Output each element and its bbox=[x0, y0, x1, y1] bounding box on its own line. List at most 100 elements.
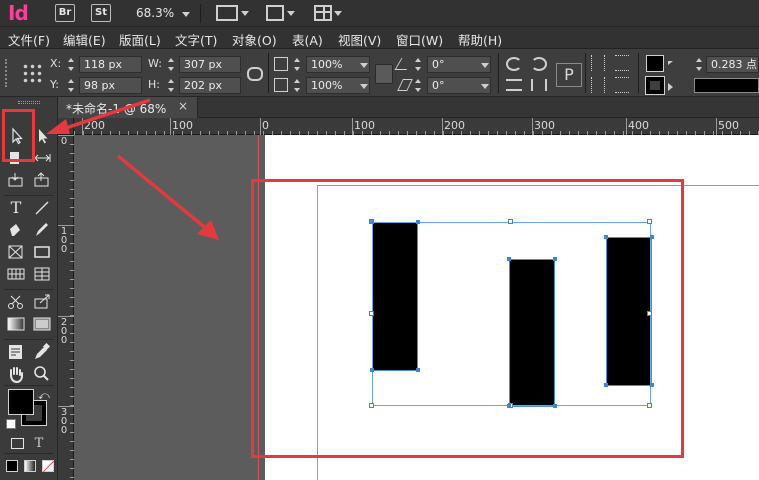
document-tab-label: *未命名-1 @ 68% bbox=[66, 102, 167, 116]
select-container-icon[interactable] bbox=[591, 55, 605, 71]
h-spinner[interactable] bbox=[166, 77, 176, 94]
swap-fill-stroke-icon[interactable]: ⤺ bbox=[38, 389, 50, 403]
bridge-button[interactable]: Br bbox=[55, 4, 75, 22]
x-spinner[interactable] bbox=[66, 56, 76, 73]
y-field[interactable]: 98 px bbox=[79, 77, 142, 94]
rectangle-tool-icon[interactable] bbox=[32, 243, 52, 261]
ruler-tick bbox=[626, 118, 627, 135]
flip-horizontal-icon[interactable] bbox=[506, 79, 522, 91]
panel-grip-icon[interactable] bbox=[5, 59, 9, 87]
w-field[interactable]: 307 px bbox=[179, 56, 241, 73]
x-field[interactable]: 118 px bbox=[79, 56, 142, 73]
divider bbox=[498, 53, 499, 93]
scale-y-spinner[interactable] bbox=[292, 77, 302, 94]
gradient-swatch-tool-icon[interactable] bbox=[6, 315, 26, 333]
gradient-feather-tool-icon[interactable] bbox=[32, 315, 52, 333]
chevron-down-icon[interactable] bbox=[360, 63, 368, 68]
fill-swatch[interactable] bbox=[646, 55, 664, 72]
menu-type[interactable]: 文字(T) bbox=[175, 30, 217, 49]
eyedropper-tool-icon[interactable] bbox=[32, 343, 52, 361]
ruler-origin[interactable] bbox=[58, 118, 74, 135]
stock-button[interactable]: St bbox=[91, 4, 111, 22]
app-bar: Id Br St 68.3% bbox=[0, 0, 759, 27]
chevron-right-icon[interactable] bbox=[668, 61, 677, 65]
pen-tool-icon[interactable] bbox=[6, 221, 26, 239]
menu-object[interactable]: 对象(O) bbox=[232, 30, 277, 49]
horizontal-ruler[interactable]: 200 100 0 100 200 300 400 500 bbox=[74, 118, 759, 135]
menu-help[interactable]: 帮助(H) bbox=[458, 30, 502, 49]
ruler-tick bbox=[58, 316, 74, 317]
select-next-icon[interactable] bbox=[615, 77, 629, 93]
stroke-type-dropdown[interactable] bbox=[694, 78, 759, 93]
stroke-weight-field[interactable]: 0.283 点 bbox=[706, 56, 759, 73]
menu-table[interactable]: 表(A) bbox=[292, 30, 323, 49]
panel-grip-icon[interactable] bbox=[18, 101, 40, 104]
formatting-text-icon[interactable]: T bbox=[32, 436, 46, 451]
apply-none-icon[interactable] bbox=[42, 460, 55, 473]
apply-gradient-icon[interactable] bbox=[24, 460, 36, 472]
vertical-ruler[interactable]: 0 1 0 0 2 0 0 3 0 0 bbox=[58, 135, 74, 480]
chevron-down-icon[interactable] bbox=[360, 84, 368, 89]
chevron-down-icon[interactable] bbox=[481, 63, 489, 68]
content-placer-tool-icon[interactable] bbox=[32, 171, 52, 189]
arrange-documents-icon[interactable] bbox=[314, 5, 332, 21]
type-tool-icon[interactable]: T bbox=[6, 199, 26, 217]
stroke-swatch[interactable] bbox=[645, 76, 665, 95]
chevron-down-icon[interactable] bbox=[241, 11, 249, 16]
x-label: X: bbox=[50, 57, 62, 70]
scissors-tool-icon[interactable] bbox=[6, 293, 26, 311]
rotate-cw-icon[interactable] bbox=[506, 57, 522, 71]
close-icon[interactable]: × bbox=[178, 99, 188, 113]
view-options-icon[interactable] bbox=[216, 5, 238, 21]
default-fill-stroke-icon[interactable] bbox=[6, 419, 16, 429]
ruler-tick bbox=[170, 118, 171, 135]
direct-selection-tool-icon[interactable] bbox=[32, 127, 52, 145]
h-field[interactable]: 202 px bbox=[179, 77, 241, 94]
hand-tool-icon[interactable] bbox=[6, 365, 26, 383]
constrain-proportions-icon[interactable] bbox=[247, 67, 263, 81]
constrain-scale-icon[interactable] bbox=[375, 64, 393, 84]
note-tool-icon[interactable] bbox=[6, 343, 26, 361]
y-spinner[interactable] bbox=[66, 77, 76, 94]
gap-tool-icon[interactable] bbox=[32, 149, 52, 167]
chevron-down-icon[interactable] bbox=[334, 11, 342, 16]
formatting-container-icon[interactable] bbox=[11, 438, 24, 449]
menu-window[interactable]: 窗口(W) bbox=[396, 30, 443, 49]
scale-x-spinner[interactable] bbox=[292, 56, 302, 73]
flip-vertical-icon[interactable] bbox=[531, 79, 547, 91]
menu-bar: 文件(F) 编辑(E) 版面(L) 文字(T) 对象(O) 表(A) 视图(V)… bbox=[0, 27, 759, 49]
document-tab[interactable]: *未命名-1 @ 68% × bbox=[58, 97, 198, 118]
divider bbox=[200, 4, 201, 23]
select-content-icon[interactable] bbox=[591, 77, 605, 93]
zoom-level-dropdown[interactable]: 68.3% bbox=[136, 6, 174, 20]
rotate-ccw-icon[interactable] bbox=[531, 57, 547, 71]
menu-layout[interactable]: 版面(L) bbox=[119, 30, 161, 49]
zoom-tool-icon[interactable] bbox=[32, 365, 52, 383]
reference-point-icon[interactable] bbox=[22, 63, 42, 83]
chevron-down-icon[interactable] bbox=[287, 11, 295, 16]
screen-mode-icon[interactable] bbox=[266, 5, 284, 21]
menu-edit[interactable]: 编辑(E) bbox=[63, 30, 106, 49]
fill-color-swatch[interactable] bbox=[8, 389, 34, 415]
horizontal-grid-tool-icon[interactable] bbox=[6, 265, 26, 283]
free-transform-tool-icon[interactable] bbox=[32, 293, 52, 311]
stroke-weight-spinner[interactable] bbox=[694, 56, 704, 73]
vertical-grid-tool-icon[interactable] bbox=[32, 265, 52, 283]
pencil-tool-icon[interactable] bbox=[32, 221, 52, 239]
document-tab-bar: *未命名-1 @ 68% × bbox=[58, 97, 759, 118]
w-spinner[interactable] bbox=[166, 56, 176, 73]
line-tool-icon[interactable] bbox=[32, 199, 52, 217]
menu-view[interactable]: 视图(V) bbox=[338, 30, 381, 49]
chevron-down-icon[interactable] bbox=[182, 12, 190, 17]
menu-file[interactable]: 文件(F) bbox=[8, 30, 50, 49]
chevron-down-icon[interactable] bbox=[481, 84, 489, 89]
shear-spinner[interactable] bbox=[413, 77, 423, 94]
rotate-spinner[interactable] bbox=[413, 56, 423, 73]
apply-color-icon[interactable] bbox=[6, 460, 18, 472]
content-collector-tool-icon[interactable] bbox=[6, 171, 26, 189]
select-previous-icon[interactable] bbox=[615, 55, 629, 71]
ruler-tick bbox=[260, 118, 261, 135]
control-panel: X: 118 px Y: 98 px W: 307 px H: 202 px 1… bbox=[0, 49, 759, 97]
rectangle-frame-tool-icon[interactable] bbox=[6, 243, 26, 261]
chevron-right-icon[interactable] bbox=[668, 83, 677, 91]
